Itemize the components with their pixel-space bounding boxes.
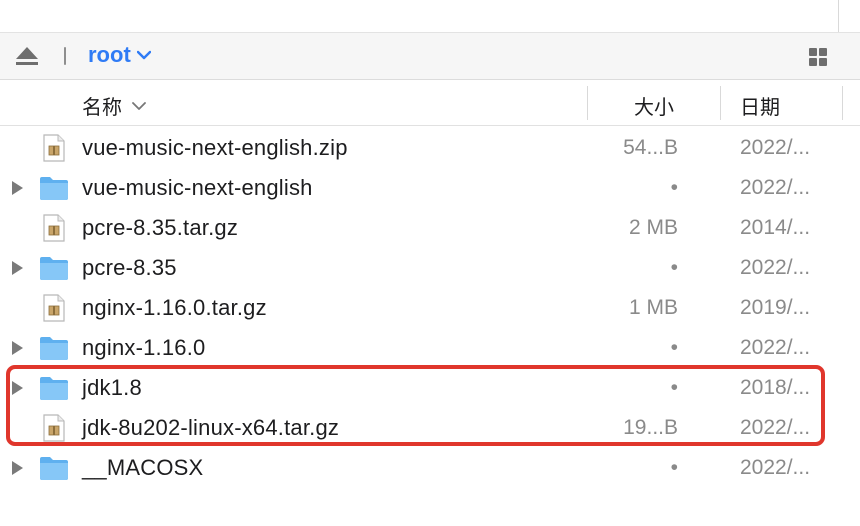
grid-view-icon[interactable] <box>808 47 828 67</box>
file-size: 54...B <box>623 136 678 159</box>
eject-icon[interactable] <box>14 45 40 67</box>
folder-icon <box>40 337 68 360</box>
file-date: 2019/... <box>740 296 811 319</box>
file-row[interactable]: vue-music-next-english.zip 54...B 2022/.… <box>0 128 860 168</box>
file-name: nginx-1.16.0 <box>82 335 206 360</box>
column-header-size[interactable]: 大小 <box>634 91 674 120</box>
file-date: 2022/... <box>740 176 811 199</box>
file-name: nginx-1.16.0.tar.gz <box>82 295 267 320</box>
current-folder-dropdown[interactable]: root <box>88 42 151 68</box>
path-divider <box>64 47 66 65</box>
file-name: vue-music-next-english.zip <box>82 135 348 160</box>
folder-row[interactable]: __MACOSX • 2022/... <box>0 448 860 488</box>
archive-file-icon <box>43 134 65 162</box>
file-date: 2022/... <box>740 336 811 359</box>
file-name: vue-music-next-english <box>82 175 313 200</box>
column-separator[interactable] <box>842 86 843 120</box>
disclosure-triangle-icon[interactable] <box>10 340 24 356</box>
file-name: pcre-8.35 <box>82 255 177 280</box>
file-date: 2022/... <box>740 256 811 279</box>
disclosure-triangle-icon[interactable] <box>10 260 24 276</box>
file-date: 2022/... <box>740 136 811 159</box>
folder-row[interactable]: nginx-1.16.0 • 2022/... <box>0 328 860 368</box>
file-name: pcre-8.35.tar.gz <box>82 215 239 240</box>
column-separator[interactable] <box>587 86 588 120</box>
column-separator[interactable] <box>720 86 721 120</box>
file-date: 2014/... <box>740 216 811 239</box>
disclosure-triangle-icon[interactable] <box>10 180 24 196</box>
file-size: • <box>670 256 678 279</box>
file-date: 2022/... <box>740 456 811 479</box>
top-divider <box>838 0 839 32</box>
column-name-label: 名称 <box>82 95 122 119</box>
column-header-date[interactable]: 日期 <box>740 91 780 120</box>
sort-chevron-icon <box>132 101 146 110</box>
file-size: 1 MB <box>628 296 678 319</box>
archive-file-icon <box>43 294 65 322</box>
chevron-down-icon <box>136 50 151 60</box>
file-name: __MACOSX <box>82 455 204 480</box>
window-top-area <box>0 0 860 32</box>
folder-icon <box>40 257 68 280</box>
file-size: • <box>670 176 678 199</box>
archive-file-icon <box>43 214 65 242</box>
folder-icon <box>40 177 68 200</box>
path-bar: root <box>0 32 860 80</box>
folder-row[interactable]: vue-music-next-english • 2022/... <box>0 168 860 208</box>
current-folder-label: root <box>88 42 131 67</box>
file-size: • <box>670 456 678 479</box>
folder-icon <box>40 457 68 480</box>
disclosure-triangle-icon[interactable] <box>10 460 24 476</box>
column-header-name[interactable]: 名称 <box>82 91 146 120</box>
file-size: • <box>670 336 678 359</box>
file-row[interactable]: pcre-8.35.tar.gz 2 MB 2014/... <box>0 208 860 248</box>
highlight-annotation-box <box>6 365 825 446</box>
column-header: 名称 大小 日期 <box>0 80 860 126</box>
file-size: 2 MB <box>628 216 678 239</box>
file-row[interactable]: nginx-1.16.0.tar.gz 1 MB 2019/... <box>0 288 860 328</box>
folder-row[interactable]: pcre-8.35 • 2022/... <box>0 248 860 288</box>
